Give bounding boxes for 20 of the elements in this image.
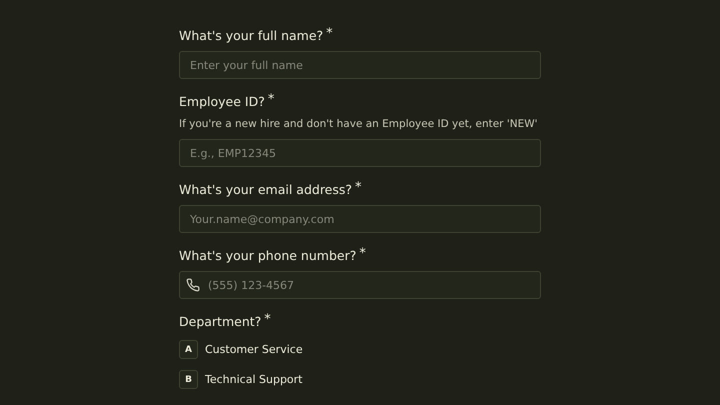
required-asterisk: * [264, 313, 271, 326]
hint-text: If you're a new hire and don't have an Employee ID yet, enter 'NEW' [179, 117, 538, 131]
question-label: What's your email address? [179, 181, 352, 199]
required-asterisk: * [326, 27, 333, 40]
option-key[interactable]: B [179, 370, 198, 389]
question-label: Department? [179, 313, 262, 331]
question-label: Employee ID? [179, 93, 265, 111]
phone-field[interactable]: (555) 123-4567 [179, 271, 541, 299]
phone-icon [186, 278, 200, 292]
input-field[interactable]: Your.name@company.com [179, 205, 541, 233]
required-asterisk: * [359, 247, 366, 260]
question-label: What's your full name? [179, 27, 324, 45]
option-label[interactable]: Technical Support [205, 373, 302, 386]
input-field[interactable]: Enter your full name [179, 51, 541, 79]
required-asterisk: * [268, 93, 274, 106]
required-asterisk: * [355, 181, 362, 194]
input-field[interactable]: E.g., EMP12345 [179, 139, 541, 167]
option-key[interactable]: A [179, 340, 198, 359]
question-label: What's your phone number? [179, 247, 356, 265]
option-label[interactable]: Customer Service [205, 343, 303, 356]
